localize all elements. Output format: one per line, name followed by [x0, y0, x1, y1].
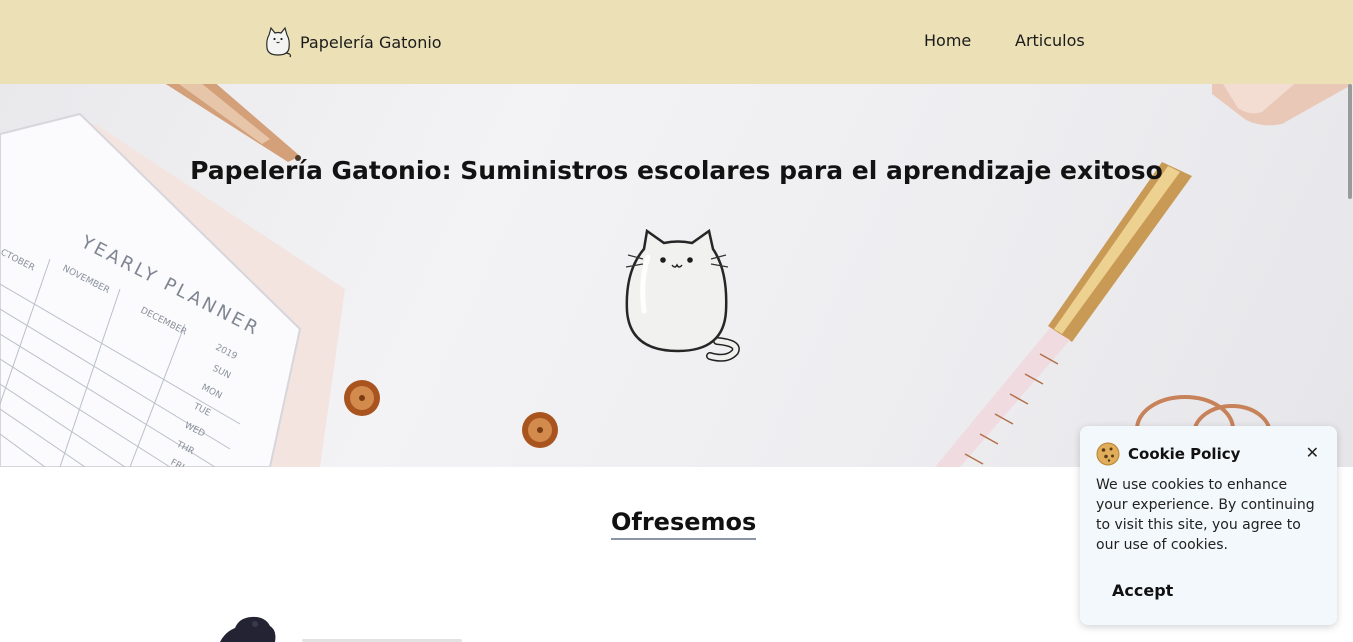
cookie-banner: Cookie Policy ✕ We use cookies to enhanc…: [1080, 426, 1337, 625]
brand-name: Papelería Gatonio: [300, 32, 442, 52]
navbar: Papelería Gatonio Home Articulos: [0, 0, 1353, 84]
cookie-title: Cookie Policy: [1128, 445, 1241, 463]
scrollbar-thumb[interactable]: [1348, 84, 1352, 199]
push-pin-left: [344, 380, 380, 416]
gold-pen-right: [935, 162, 1192, 467]
accept-cookies-button[interactable]: Accept: [1096, 578, 1189, 602]
cat-logo-icon: [266, 26, 292, 58]
product-image-peek: [220, 616, 276, 642]
hero-title: Papelería Gatonio: Suministros escolares…: [190, 156, 1163, 185]
rose-object-top-right: [1212, 84, 1353, 126]
cookie-message: We use cookies to enhance your experienc…: [1096, 477, 1315, 553]
nav-link-home[interactable]: Home: [924, 31, 971, 50]
cookie-icon: [1096, 442, 1120, 466]
brand-link[interactable]: Papelería Gatonio: [264, 26, 442, 58]
hero-banner: YEARLY PLANNER CTOBER NOVEMBER DECEMBER …: [0, 84, 1353, 467]
section-title: Ofresemos: [611, 508, 757, 540]
cookie-header: Cookie Policy: [1096, 442, 1321, 466]
page-scrollbar[interactable]: [1347, 84, 1353, 642]
push-pin-right: [522, 412, 558, 448]
close-icon[interactable]: ✕: [1306, 443, 1319, 463]
nav-link-articulos[interactable]: Articulos: [1015, 31, 1085, 50]
cat-illustration-icon: [625, 229, 740, 362]
copper-pen-top-left: [165, 84, 301, 162]
